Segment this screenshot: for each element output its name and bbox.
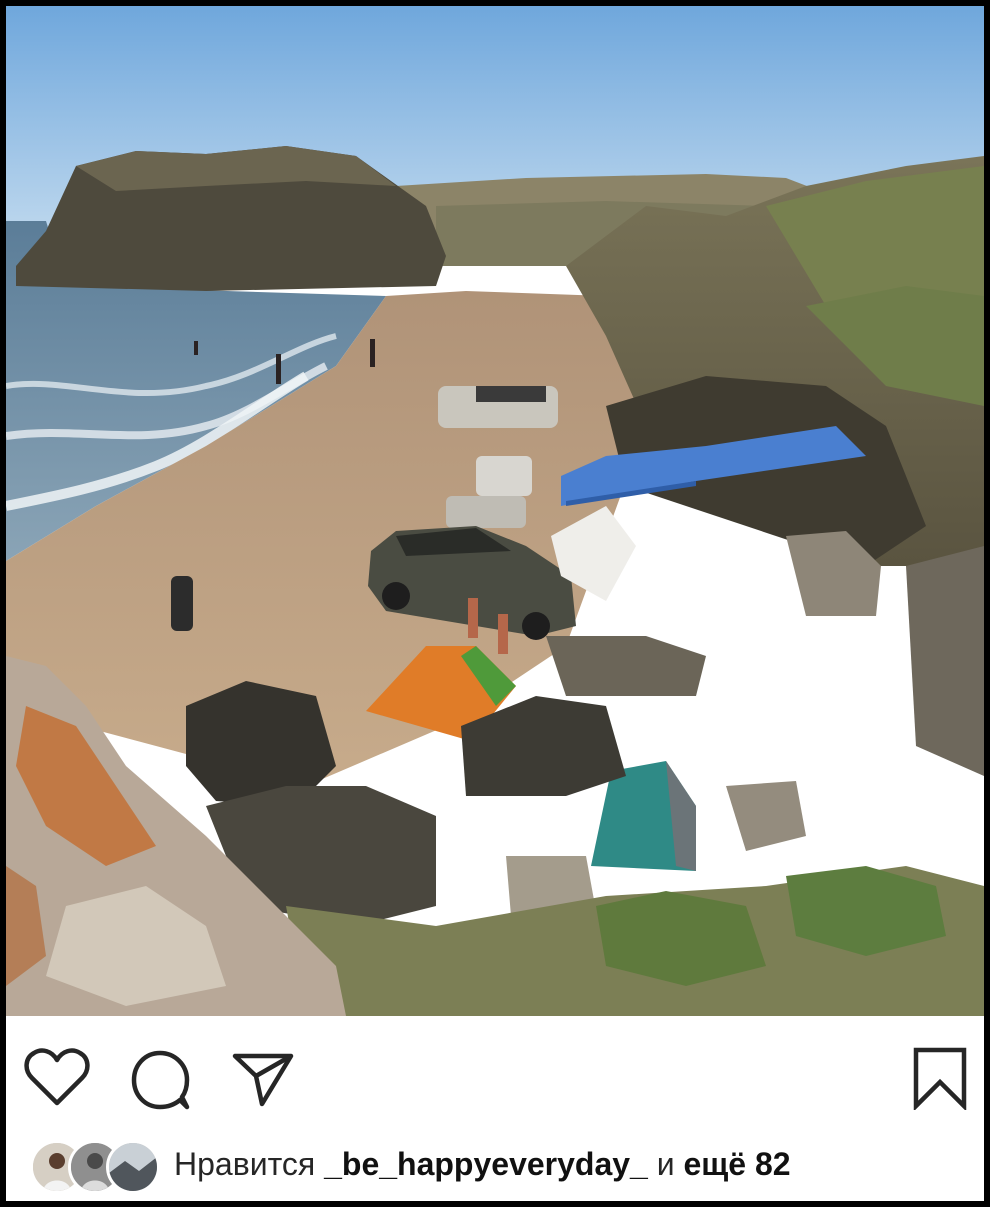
paper-plane-icon[interactable]: [232, 1052, 294, 1113]
instagram-post: Нравится _be_happyeveryday_ и ещё 82: [6, 6, 984, 1201]
bookmark-icon[interactable]: [912, 1046, 968, 1115]
post-photo[interactable]: [6, 6, 984, 1016]
post-actions-bar: [6, 1016, 984, 1136]
likes-more-link[interactable]: ещё 82: [684, 1146, 791, 1182]
beach-scene-image: [6, 6, 984, 1016]
heart-outline-icon[interactable]: [24, 1048, 90, 1113]
avatar[interactable]: [106, 1140, 160, 1194]
likes-prefix: Нравится: [174, 1146, 316, 1182]
speech-bubble-icon[interactable]: [130, 1050, 192, 1115]
likes-row: Нравится _be_happyeveryday_ и ещё 82: [6, 1136, 984, 1201]
liker-username-link[interactable]: _be_happyeveryday_: [324, 1146, 648, 1182]
likes-summary: Нравится _be_happyeveryday_ и ещё 82: [174, 1144, 791, 1184]
likes-connector: и: [656, 1146, 675, 1182]
